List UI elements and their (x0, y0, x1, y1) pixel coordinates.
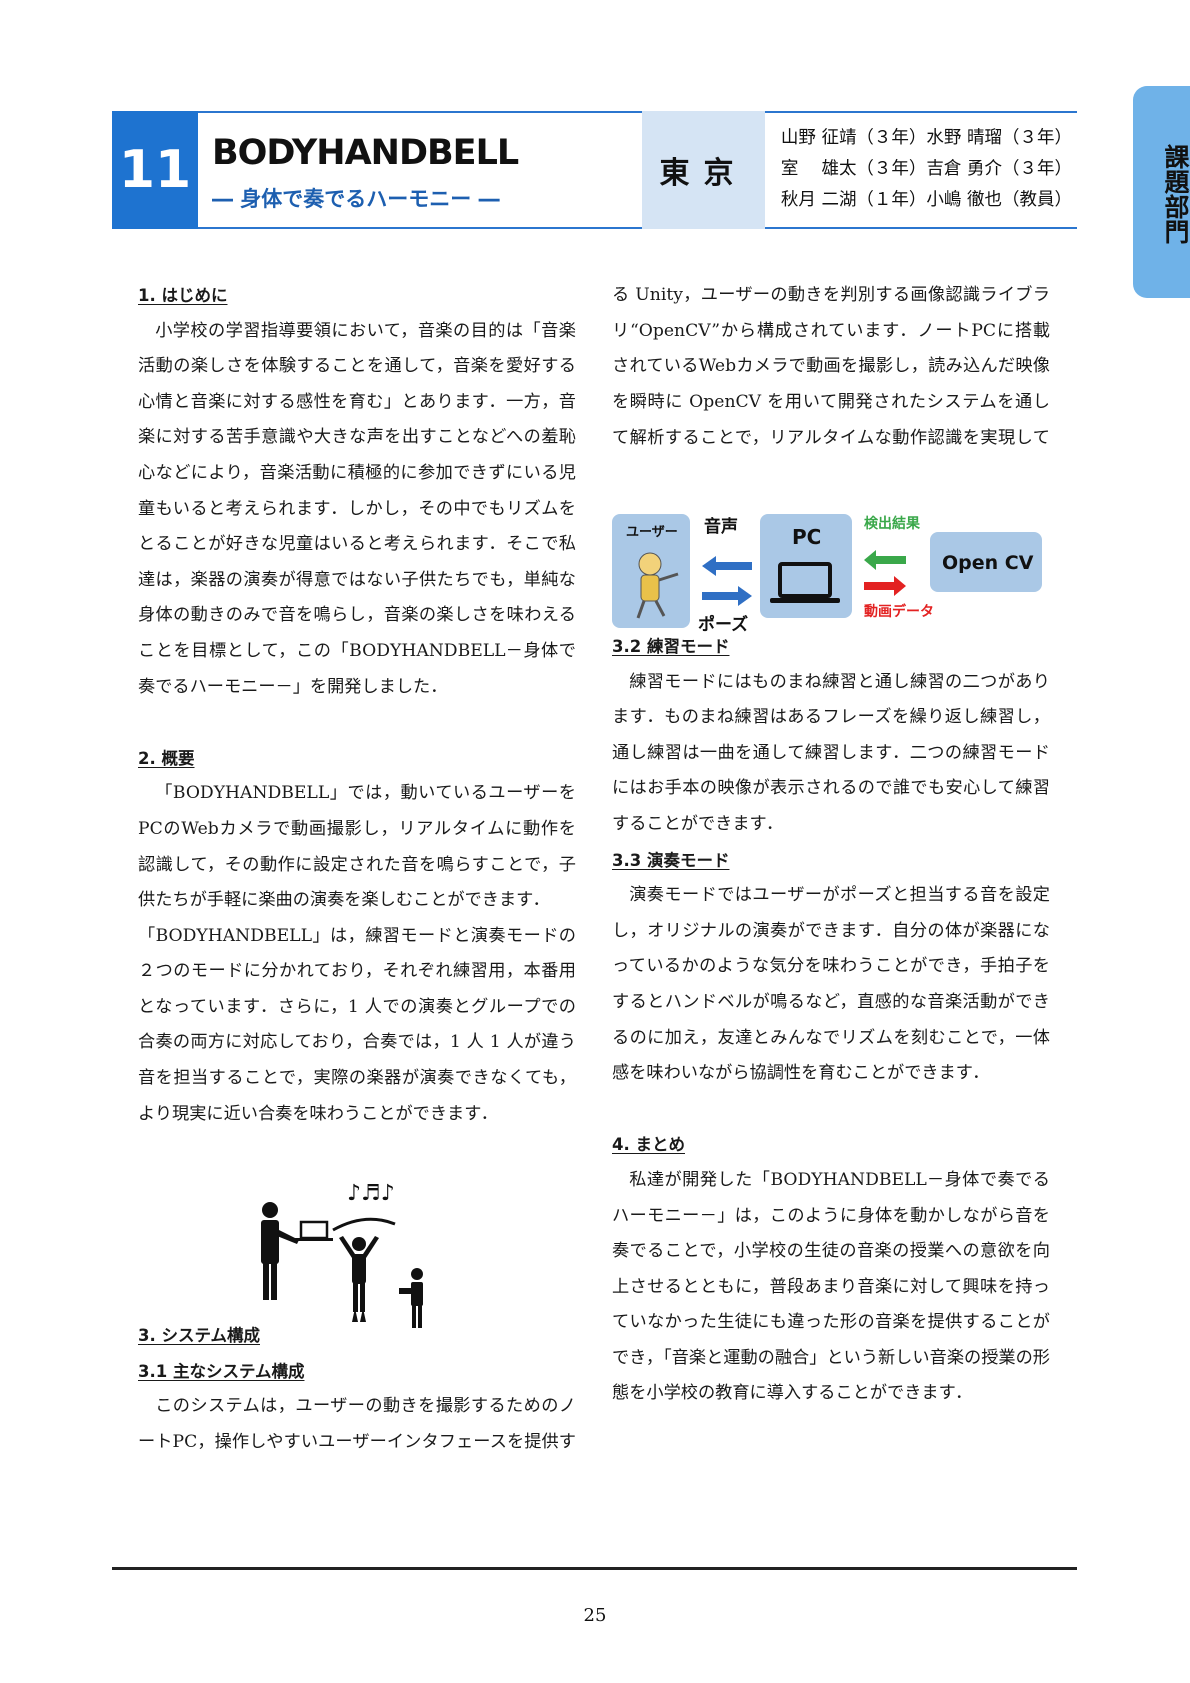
header-top-rule (112, 111, 1077, 113)
pc-label: PC (792, 525, 821, 549)
child-standing-figure-icon (399, 1268, 423, 1328)
overview-paragraph: 「BODYHANDBELL」では，動いているユーザーをPCのWebカメラで動画撮… (138, 783, 576, 911)
music-notes-icon: ♪♬♪ (332, 1182, 396, 1232)
header-bottom-rule (112, 227, 1077, 229)
section-heading-overview: 2. 概要 (138, 748, 195, 768)
performance-paragraph: 演奏モードではユーザーがポーズと担当する音を設定し，オリジナルの演奏ができます．… (612, 885, 1050, 1084)
region-box: 東京 (642, 111, 765, 229)
video-data-label: 動画データ (864, 603, 934, 620)
practice-paragraph: 練習モードにはものまね練習と通し練習の二つがあります．ものまね練習はあるフレーズ… (612, 671, 1050, 834)
member-list: 山野 征靖（３年）水野 晴瑠（３年） 室 雄太（３年）吉倉 勇介（３年） 秋月 … (772, 123, 1072, 216)
arrow-left-icon (702, 556, 752, 576)
performance-illustration: ♪♬♪ (261, 1182, 423, 1328)
article-subtitle: ― 身体で奏でるハーモニー ― (212, 187, 500, 211)
article-title: BODYHANDBELL (212, 133, 519, 173)
opencv-label: Open CV (942, 552, 1034, 574)
subsection-heading-main-system: 3.1 主なシステム構成 (138, 1361, 305, 1381)
category-tab: 課題部門 (1133, 86, 1190, 298)
section-heading-intro: 1. はじめに (138, 286, 228, 305)
system-paragraph: このシステムは，ユーザーの動きを撮影するためのノートPC，操作しやすいユーザーイ… (138, 1396, 576, 1453)
article-header: 11 BODYHANDBELL ― 身体で奏でるハーモニー ― 東京 山野 征靖… (112, 111, 1077, 229)
right-column: このシステムは，ユーザーの動きを撮影するためのノートPC，操作しやすいユーザーイ… (612, 278, 1050, 1412)
svg-text:♪♬♪: ♪♬♪ (347, 1182, 395, 1206)
overview-paragraph: 「BODYHANDBELL」は，練習モードと演奏モードの２つのモードに分かれてお… (138, 925, 576, 1124)
arrow-right-icon (864, 576, 906, 596)
user-label: ユーザー (626, 525, 678, 540)
member-line: 室 雄太（３年）吉倉 勇介（３年） (780, 159, 1072, 179)
section-heading-summary: 4. まとめ (612, 1135, 685, 1155)
region-label: 東京 (659, 156, 748, 191)
system-diagram: ユーザー 音声 ポーズ PC 検出結果 動画データ Open CV (612, 514, 1042, 634)
category-tab-label: 課題部門 (1161, 144, 1190, 244)
subsection-heading-performance: 3.3 演奏モード (612, 850, 730, 870)
laptop-icon (295, 1220, 333, 1241)
voice-label: 音声 (704, 516, 738, 537)
page-number: 25 (583, 1605, 607, 1626)
detect-result-label: 検出結果 (864, 515, 921, 532)
arrow-right-icon (702, 586, 752, 606)
child-dancing-figure-icon (339, 1236, 379, 1322)
arrow-left-icon (864, 550, 906, 570)
intro-paragraph: 小学校の学習指導要領において，音楽の目的は「音楽活動の楽しさを体験することを通し… (138, 320, 576, 697)
pose-label: ポーズ (698, 614, 748, 634)
system-paragraph-continued: このシステムは，ユーザーの動きを撮影するためのノートPC，操作しやすいユーザーイ… (612, 285, 1050, 448)
member-line: 秋月 二湖（１年）小嶋 徹也（教員） (780, 190, 1072, 210)
summary-paragraph: 私達が開発した「BODYHANDBELL－身体で奏でるハーモニー－」は，このよう… (612, 1169, 1050, 1404)
subsection-heading-practice: 3.2 練習モード (612, 637, 730, 656)
member-line: 山野 征靖（３年）水野 晴瑠（３年） (780, 128, 1072, 148)
footer-rule (112, 1567, 1077, 1570)
article-number: 11 (112, 111, 198, 229)
teacher-figure-icon (261, 1202, 299, 1300)
